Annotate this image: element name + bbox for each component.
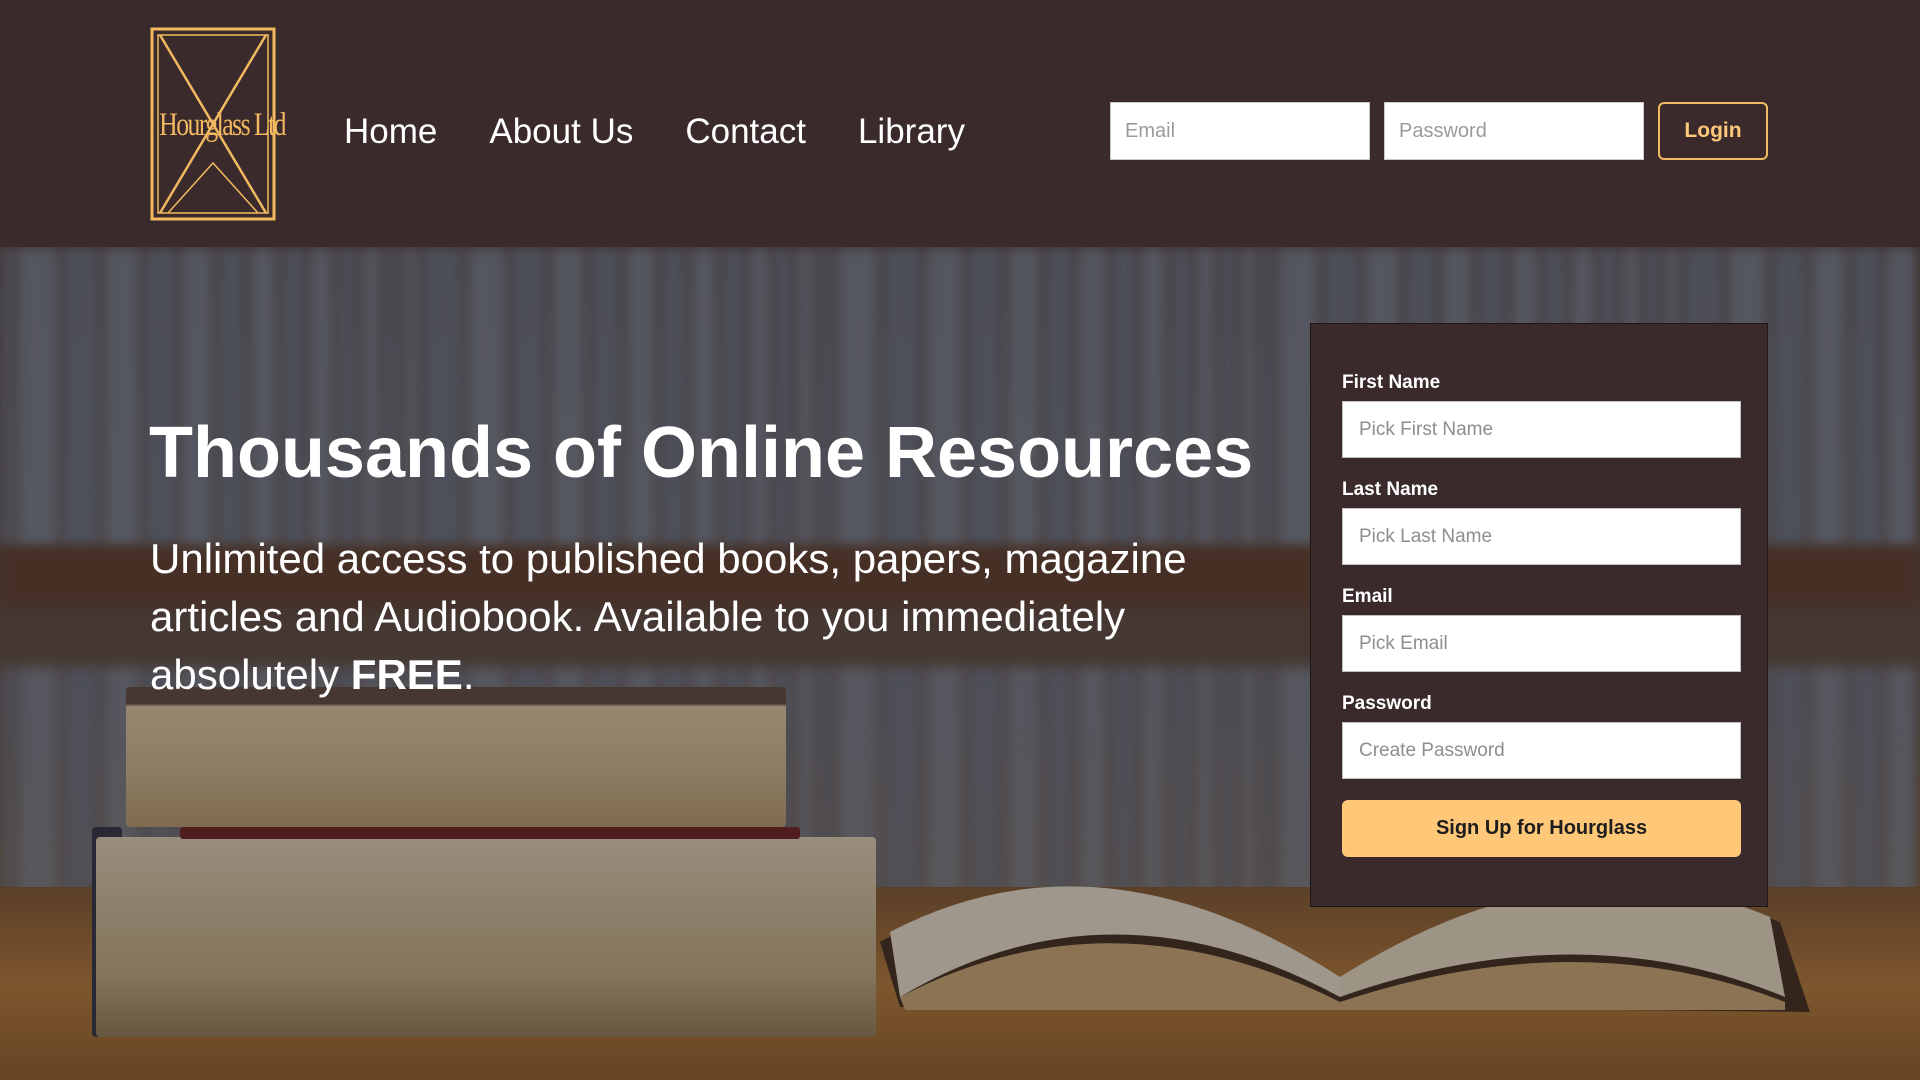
login-email-input[interactable]: Email xyxy=(1110,102,1370,160)
login-button[interactable]: Login xyxy=(1658,102,1768,160)
login-password-input[interactable]: Password xyxy=(1384,102,1644,160)
hero-description-end: . xyxy=(462,651,475,698)
password-input[interactable]: Create Password xyxy=(1342,722,1741,779)
hero-description-text: Unlimited access to published books, pap… xyxy=(150,535,1187,698)
signup-form: First Name Pick First Name Last Name Pic… xyxy=(1310,323,1768,907)
hero-free-emphasis: FREE xyxy=(350,651,463,698)
email-label: Email xyxy=(1342,586,1393,607)
password-label: Password xyxy=(1342,693,1432,714)
main-nav: Home About Us Contact Library xyxy=(344,108,965,156)
first-name-label: First Name xyxy=(1342,372,1441,393)
nav-about-us[interactable]: About Us xyxy=(489,108,633,156)
hero-description: Unlimited access to published books, pap… xyxy=(150,530,1260,704)
nav-home[interactable]: Home xyxy=(344,108,437,156)
logo-text: Hourglass Ltd xyxy=(159,107,286,143)
hourglass-logo[interactable]: Hourglass Ltd xyxy=(148,25,287,223)
signup-button[interactable]: Sign Up for Hourglass xyxy=(1342,800,1741,857)
site-header: Hourglass Ltd Home About Us Contact Libr… xyxy=(0,0,1920,247)
hero-title: Thousands of Online Resources xyxy=(149,413,1254,493)
last-name-input[interactable]: Pick Last Name xyxy=(1342,508,1741,565)
first-name-input[interactable]: Pick First Name xyxy=(1342,401,1741,458)
email-input[interactable]: Pick Email xyxy=(1342,615,1741,672)
nav-contact[interactable]: Contact xyxy=(685,108,806,156)
last-name-label: Last Name xyxy=(1342,479,1439,500)
nav-library[interactable]: Library xyxy=(858,108,965,156)
